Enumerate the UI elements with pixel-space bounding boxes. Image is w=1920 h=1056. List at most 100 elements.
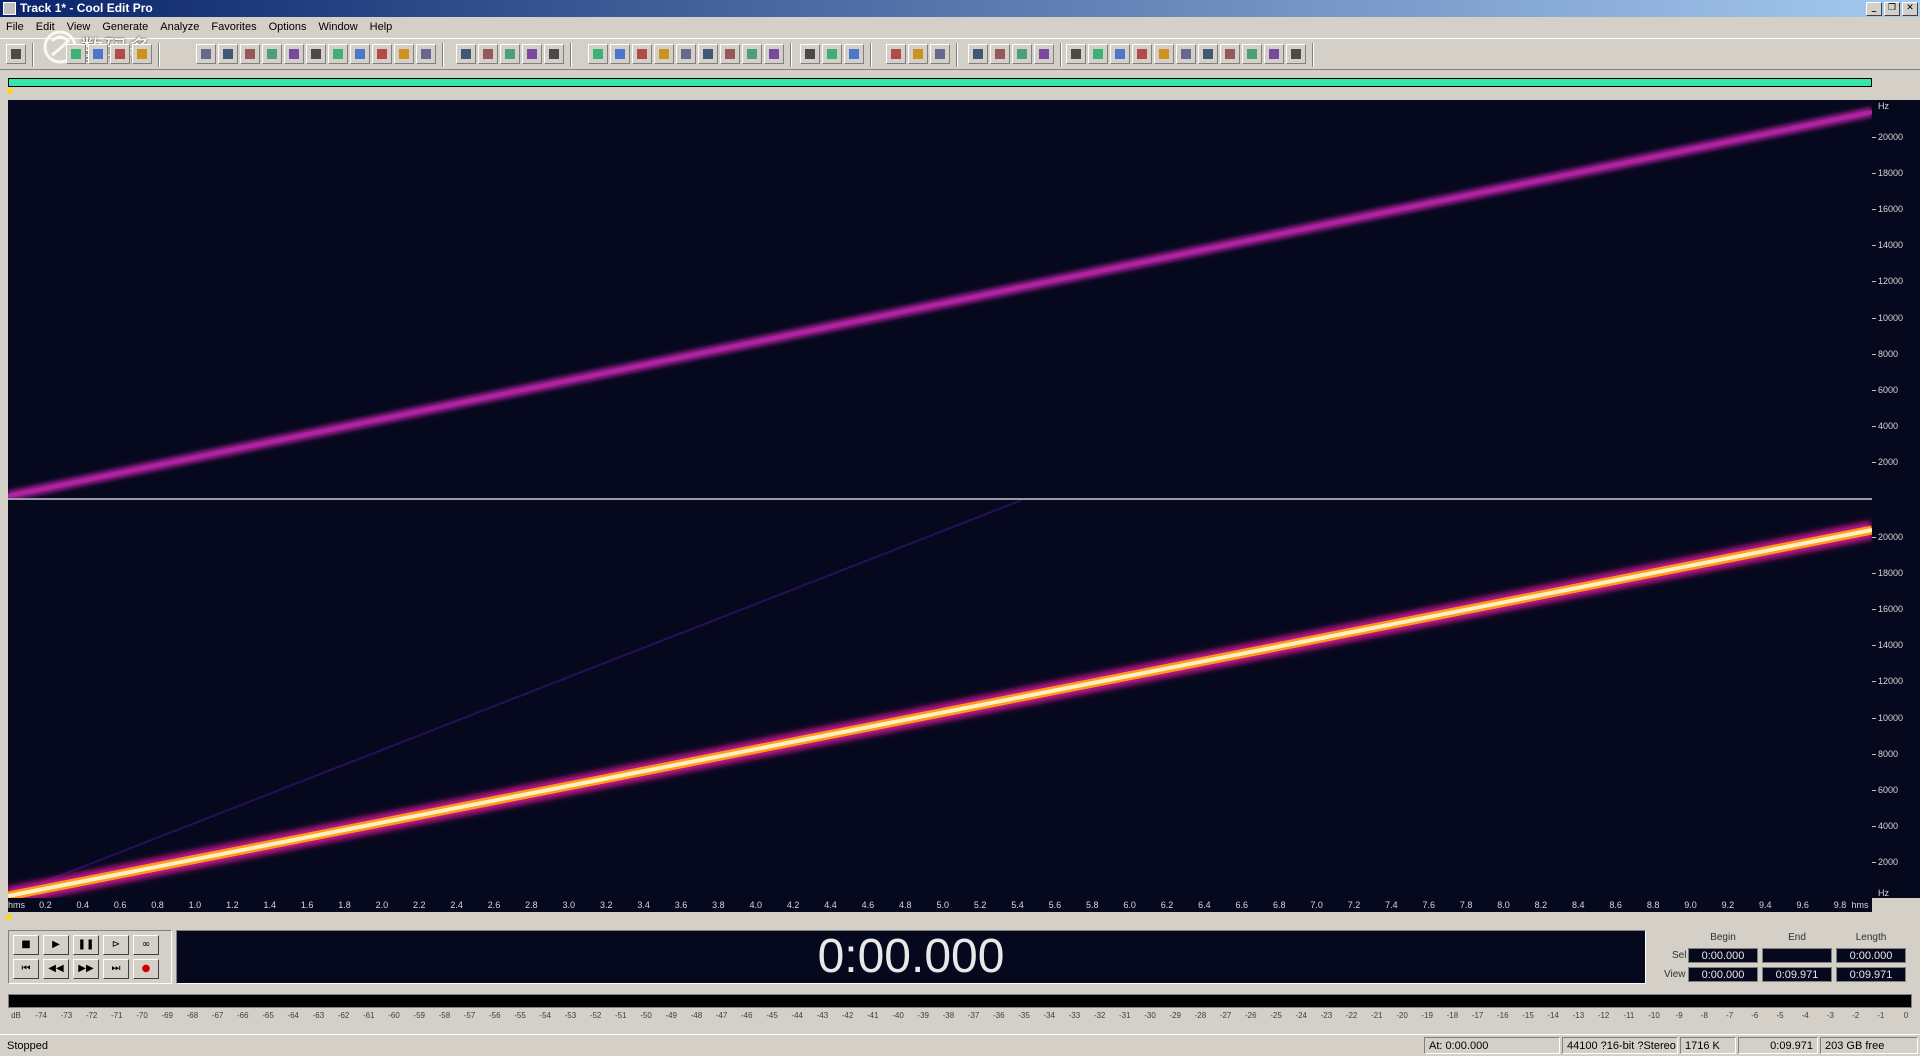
playback-start-marker[interactable]: [5, 913, 13, 919]
overview-start-marker[interactable]: [6, 89, 14, 95]
toolbar-button[interactable]: [822, 44, 842, 64]
toolbar-button[interactable]: [350, 44, 370, 64]
toolbar-button[interactable]: [500, 44, 520, 64]
toolbar-button[interactable]: [456, 44, 476, 64]
toolbar-button[interactable]: [886, 44, 906, 64]
sel-begin-field[interactable]: 0:00.000: [1688, 948, 1758, 963]
db-scale-label: -18: [1446, 1011, 1459, 1020]
toolbar-button[interactable]: [800, 44, 820, 64]
db-scale-label: -8: [1700, 1011, 1708, 1020]
hz-tick: [1872, 245, 1876, 247]
toolbar-button[interactable]: [632, 44, 652, 64]
menu-edit[interactable]: Edit: [30, 18, 61, 36]
channel-1-spectrogram[interactable]: [8, 100, 1872, 498]
level-meter[interactable]: [8, 994, 1912, 1008]
toolbar-button[interactable]: [196, 44, 216, 64]
channel-2-spectrogram[interactable]: [8, 500, 1872, 898]
toolbar-button[interactable]: [66, 44, 86, 64]
toolbar-button[interactable]: [698, 44, 718, 64]
toolbar-button[interactable]: [764, 44, 784, 64]
toolbar-button[interactable]: [654, 44, 674, 64]
play-button[interactable]: ▶: [43, 935, 69, 955]
rewind-button[interactable]: ◀◀: [43, 959, 69, 979]
toolbar-separator: [1312, 43, 1314, 67]
menu-window[interactable]: Window: [313, 18, 364, 36]
toolbar-button[interactable]: [1198, 44, 1218, 64]
hz-tick: [1872, 861, 1876, 863]
sel-end-field[interactable]: [1762, 948, 1832, 963]
toolbar-button[interactable]: [284, 44, 304, 64]
db-scale-label: -6: [1751, 1011, 1759, 1020]
toolbar-button[interactable]: [1066, 44, 1086, 64]
toolbar-button[interactable]: [930, 44, 950, 64]
go-to-end-button[interactable]: ⏭: [103, 959, 129, 979]
toolbar-button[interactable]: [394, 44, 414, 64]
toolbar-button[interactable]: [908, 44, 928, 64]
toolbar-button[interactable]: [306, 44, 326, 64]
toolbar-button[interactable]: [1088, 44, 1108, 64]
toolbar-button[interactable]: [1176, 44, 1196, 64]
menu-file[interactable]: File: [0, 18, 30, 36]
record-button[interactable]: ●: [133, 959, 159, 979]
db-scale-label: -66: [237, 1011, 249, 1020]
overview-range-bar[interactable]: [6, 78, 1872, 95]
fast-forward-button[interactable]: ▶▶: [73, 959, 99, 979]
toolbar-button[interactable]: [990, 44, 1010, 64]
toolbar-button[interactable]: [1220, 44, 1240, 64]
toolbar-button[interactable]: [1034, 44, 1054, 64]
menu-analyze[interactable]: Analyze: [154, 18, 205, 36]
toolbar-button[interactable]: [218, 44, 238, 64]
play-to-end-button[interactable]: ⊳: [103, 935, 129, 955]
go-to-start-button[interactable]: ⏮: [13, 959, 39, 979]
toolbar-button[interactable]: [544, 44, 564, 64]
view-end-field[interactable]: 0:09.971: [1762, 967, 1832, 982]
view-begin-field[interactable]: 0:00.000: [1688, 967, 1758, 982]
time-ruler-label: 5.8: [1085, 900, 1099, 910]
toolbar-button[interactable]: [588, 44, 608, 64]
restore-button[interactable]: ❐: [1884, 2, 1900, 16]
db-scale-label: -51: [615, 1011, 627, 1020]
toolbar-button[interactable]: [742, 44, 762, 64]
toolbar-button[interactable]: [1242, 44, 1262, 64]
menu-generate[interactable]: Generate: [96, 18, 154, 36]
toolbar-button[interactable]: [720, 44, 740, 64]
toolbar-button[interactable]: [328, 44, 348, 64]
toolbar-button[interactable]: [110, 44, 130, 64]
toolbar-button[interactable]: [676, 44, 696, 64]
toolbar-button[interactable]: [88, 44, 108, 64]
time-ruler-label: 9.0: [1684, 900, 1697, 910]
close-button[interactable]: ✕: [1902, 2, 1918, 16]
menu-help[interactable]: Help: [364, 18, 399, 36]
hz-label-ch2: 10000: [1878, 712, 1904, 723]
time-ruler-label: 8.8: [1646, 900, 1660, 910]
toolbar-button[interactable]: [610, 44, 630, 64]
minimize-button[interactable]: _: [1866, 2, 1882, 16]
view-length-field[interactable]: 0:09.971: [1836, 967, 1906, 982]
toolbar-button[interactable]: [240, 44, 260, 64]
toolbar-button[interactable]: [478, 44, 498, 64]
loop-button[interactable]: ∞: [133, 935, 159, 955]
sel-length-field[interactable]: 0:00.000: [1836, 948, 1906, 963]
time-ruler-label: 9.4: [1758, 900, 1772, 910]
menu-options[interactable]: Options: [263, 18, 313, 36]
toolbar-button[interactable]: [1264, 44, 1284, 64]
toolbar-button[interactable]: [1132, 44, 1152, 64]
toolbar-button[interactable]: [1110, 44, 1130, 64]
toolbar-button[interactable]: [372, 44, 392, 64]
toolbar-button[interactable]: [6, 44, 26, 64]
toolbar-button[interactable]: [1154, 44, 1174, 64]
spectral-view[interactable]: [8, 100, 1872, 898]
toolbar-button[interactable]: [416, 44, 436, 64]
toolbar-button[interactable]: [844, 44, 864, 64]
toolbar-button[interactable]: [1012, 44, 1032, 64]
toolbar-button[interactable]: [1286, 44, 1306, 64]
toolbar-button[interactable]: [522, 44, 542, 64]
menu-favorites[interactable]: Favorites: [205, 18, 262, 36]
pause-button[interactable]: ❚❚: [73, 935, 99, 955]
stop-button[interactable]: ■: [13, 935, 39, 955]
toolbar-button[interactable]: [262, 44, 282, 64]
toolbar-button[interactable]: [132, 44, 152, 64]
time-ruler[interactable]: hms 0.2 0.4 0.6 0.8 1.0 1.2 1.4 1.6 1.8 2.0 2.2 2.4 2…: [8, 898, 1872, 912]
toolbar-button[interactable]: [968, 44, 988, 64]
menu-view[interactable]: View: [61, 18, 97, 36]
